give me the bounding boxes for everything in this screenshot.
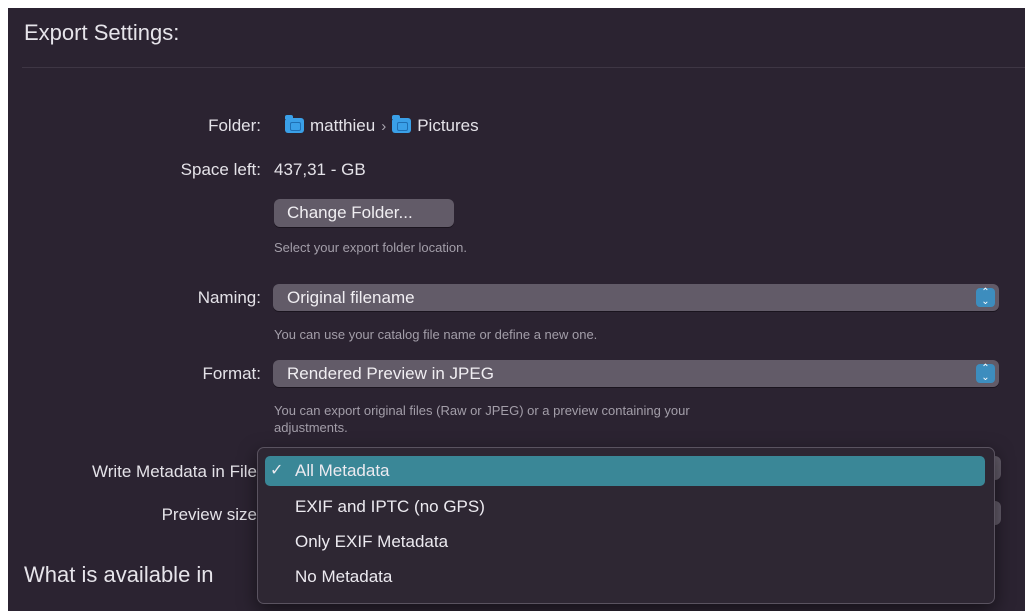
metadata-dropdown-menu: ✓ All Metadata EXIF and IPTC (no GPS) On… — [257, 447, 995, 604]
pictures-folder-icon — [392, 115, 412, 133]
checkmark-icon: ✓ — [270, 462, 284, 479]
change-folder-hint: Select your export folder location. — [274, 240, 467, 255]
preview-size-label: Preview size — [161, 505, 257, 524]
menu-item-label: No Metadata — [295, 567, 393, 586]
page-title: Export Settings: — [24, 20, 180, 45]
format-hint-line-1: You can export original files (Raw or JP… — [274, 403, 690, 418]
menu-item-only-exif[interactable]: Only EXIF Metadata — [265, 527, 985, 557]
write-metadata-label: Write Metadata in File — [91, 462, 257, 481]
preview-size-select-edge[interactable] — [995, 501, 1001, 525]
menu-item-all-metadata[interactable]: ✓ All Metadata — [265, 456, 985, 486]
naming-select-value: Original filename — [287, 288, 415, 307]
breadcrumb-item-matthieu: matthieu — [310, 116, 376, 135]
menu-item-label: EXIF and IPTC (no GPS) — [295, 497, 485, 516]
naming-hint: You can use your catalog file name or de… — [274, 327, 598, 342]
format-select-value: Rendered Preview in JPEG — [287, 364, 494, 383]
change-folder-button[interactable]: Change Folder... — [274, 199, 454, 227]
menu-item-exif-iptc[interactable]: EXIF and IPTC (no GPS) — [265, 492, 985, 522]
section-title-availability: What is available in — [24, 562, 214, 587]
format-hint: You can export original files (Raw or JP… — [274, 402, 690, 436]
menu-item-label: Only EXIF Metadata — [295, 532, 449, 551]
write-metadata-select-edge[interactable] — [995, 456, 1001, 480]
space-left-value: 437,31 - GB — [274, 160, 366, 179]
divider — [22, 67, 1025, 68]
format-label: Format: — [202, 364, 261, 383]
home-folder-icon — [285, 115, 304, 133]
format-hint-line-2: adjustments. — [274, 420, 348, 435]
naming-select[interactable]: Original filename ⌃ ⌄ — [273, 284, 999, 311]
format-select[interactable]: Rendered Preview in JPEG ⌃ ⌄ — [273, 360, 999, 387]
folder-path-breadcrumb: matthieu › Pictures — [285, 115, 479, 136]
folder-label: Folder: — [208, 116, 261, 135]
naming-label: Naming: — [197, 288, 261, 307]
breadcrumb-item-pictures: Pictures — [417, 116, 479, 135]
chevron-up-down-icon: ⌃ ⌄ — [976, 288, 995, 307]
export-settings-panel: Export Settings: Folder: matthieu › Pictur… — [8, 8, 1025, 611]
chevron-up-down-icon: ⌃ ⌄ — [976, 364, 995, 383]
space-left-label: Space left: — [180, 160, 261, 179]
menu-item-label: All Metadata — [295, 461, 390, 480]
breadcrumb-separator: › — [381, 118, 387, 135]
menu-item-no-metadata[interactable]: No Metadata — [265, 562, 985, 592]
